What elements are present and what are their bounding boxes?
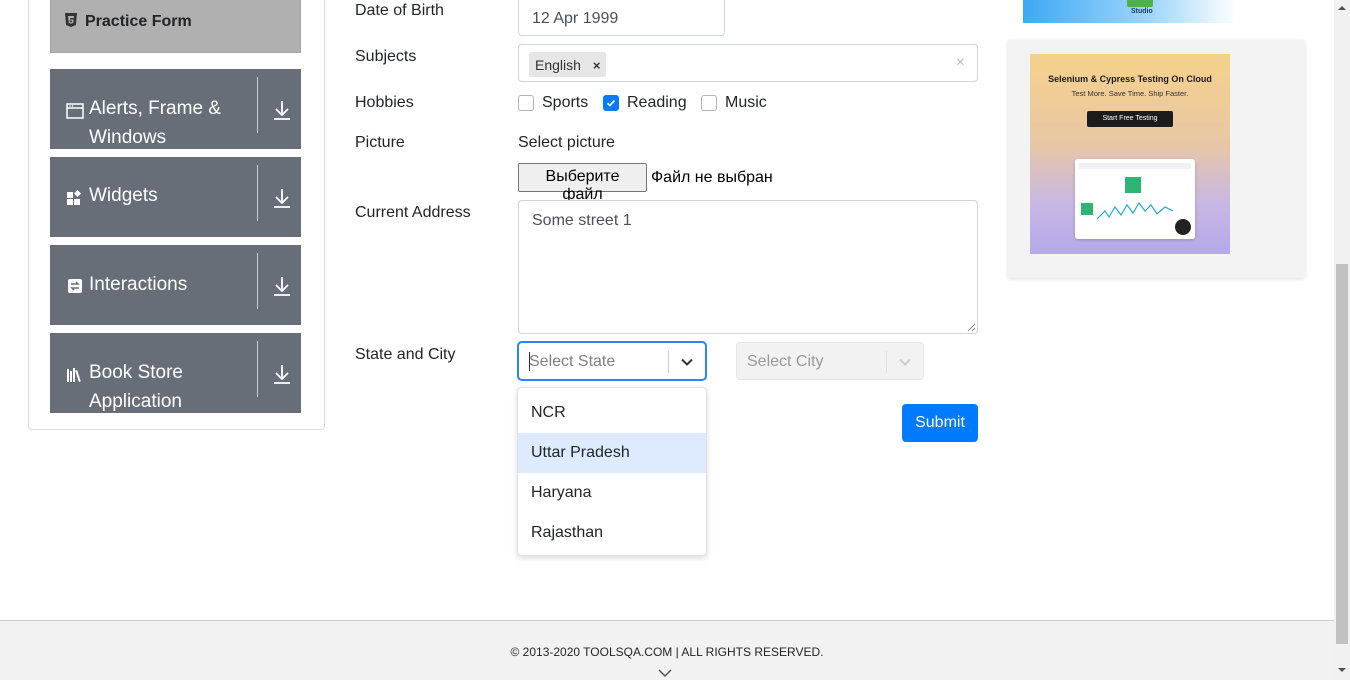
resize-grip-icon[interactable] — [966, 322, 976, 332]
state-placeholder: Select State — [529, 353, 616, 370]
window-icon — [66, 103, 84, 119]
check-icon — [606, 99, 616, 107]
sports-checkbox[interactable] — [518, 95, 534, 111]
sidebar-group-label: Interactions — [89, 274, 188, 295]
studio-logo-icon — [1127, 0, 1153, 7]
sidebar-group-interactions[interactable]: Interactions — [50, 245, 301, 325]
sidebar-item-practice-form[interactable]: Practice Form — [50, 0, 301, 53]
state-dropdown-menu: NCR Uttar Pradesh Haryana Rajasthan — [517, 387, 707, 556]
chevron-down-icon[interactable] — [658, 668, 672, 678]
page-scrollbar[interactable] — [1334, 0, 1350, 680]
city-select[interactable]: Select City — [736, 342, 924, 380]
group-separator — [257, 77, 258, 133]
dob-input[interactable]: 12 Apr 1999 — [518, 0, 725, 36]
select-separator — [886, 351, 887, 373]
sidebar-group-label: Alerts, Frame & Windows — [89, 98, 221, 148]
state-select[interactable]: Select State — [518, 342, 706, 380]
text-caret — [529, 352, 530, 371]
subjects-label: Subjects — [355, 48, 417, 65]
ad-banner-top[interactable]: Studio — [1023, 0, 1236, 23]
sidebar-group-widgets[interactable]: Widgets — [50, 157, 301, 237]
copyright-text: © 2013-2020 TOOLSQA.COM | ALL RIGHTS RES… — [510, 645, 824, 659]
reading-checkbox[interactable] — [603, 95, 619, 111]
ad-image: Selenium & Cypress Testing On Cloud Test… — [1030, 54, 1230, 254]
html5-icon — [65, 13, 77, 27]
subjects-input[interactable]: English × × — [518, 44, 978, 82]
scrollbar-thumb[interactable] — [1336, 264, 1348, 644]
group-separator — [257, 253, 258, 309]
subjects-clear-icon[interactable]: × — [956, 54, 965, 72]
download-icon[interactable] — [272, 187, 292, 209]
ad-banner-text: Studio — [1131, 8, 1153, 15]
practice-form-page: Practice Form Alerts, Frame & Windows Wi… — [0, 0, 1350, 680]
state-city-label: State and City — [355, 346, 456, 363]
address-value: Some street 1 — [532, 212, 632, 229]
download-icon[interactable] — [272, 275, 292, 297]
ad-cta-button[interactable]: Start Free Testing — [1087, 111, 1173, 127]
state-option-haryana[interactable]: Haryana — [518, 473, 706, 513]
subject-chip-label: English — [535, 57, 581, 73]
select-separator — [668, 351, 669, 373]
download-icon[interactable] — [272, 99, 292, 121]
interactions-icon — [68, 279, 82, 293]
footer: © 2013-2020 TOOLSQA.COM | ALL RIGHTS RES… — [0, 620, 1334, 680]
state-option-rajasthan[interactable]: Rajasthan — [518, 513, 706, 553]
state-option-ncr[interactable]: NCR — [518, 393, 706, 433]
hobby-label[interactable]: Reading — [627, 94, 687, 112]
file-status: Файл не выбран — [651, 169, 773, 186]
sidebar-item-label: Practice Form — [85, 13, 192, 30]
chevron-down-icon[interactable] — [679, 354, 695, 370]
sidebar-group-alerts[interactable]: Alerts, Frame & Windows — [50, 69, 301, 149]
dob-label: Date of Birth — [355, 2, 444, 19]
address-textarea[interactable]: Some street 1 — [518, 200, 978, 334]
dob-value: 12 Apr 1999 — [532, 10, 619, 27]
hobbies-label: Hobbies — [355, 94, 414, 111]
submit-button[interactable]: Submit — [902, 404, 978, 442]
sidebar-group-book-store[interactable]: Book Store Application — [50, 333, 301, 413]
scroll-down-icon[interactable] — [1338, 666, 1346, 674]
widgets-icon — [67, 190, 82, 205]
ad-title: Selenium & Cypress Testing On Cloud — [1048, 74, 1212, 84]
ad-card[interactable]: Selenium & Cypress Testing On Cloud Test… — [1008, 40, 1305, 278]
ad-subtitle: Test More. Save Time. Ship Faster. — [1071, 89, 1189, 98]
dashboard-illustration-icon — [1075, 159, 1195, 239]
picture-label: Picture — [355, 134, 405, 151]
subject-chip: English × — [529, 52, 607, 77]
group-separator — [257, 165, 258, 221]
hobby-label[interactable]: Sports — [542, 94, 588, 112]
books-icon — [67, 368, 81, 383]
city-placeholder: Select City — [747, 353, 824, 370]
group-separator — [257, 341, 258, 397]
chip-remove-icon[interactable]: × — [593, 58, 601, 73]
picture-prompt: Select picture — [518, 134, 615, 151]
download-icon[interactable] — [272, 363, 292, 385]
sidebar-group-label: Book Store Application — [89, 362, 183, 412]
choose-file-button[interactable]: Выберите файл — [518, 163, 647, 203]
scroll-up-icon[interactable] — [1338, 4, 1346, 12]
chevron-down-icon — [899, 358, 911, 366]
sidebar-group-label: Widgets — [89, 185, 158, 206]
state-option-uttar-pradesh[interactable]: Uttar Pradesh — [518, 433, 706, 473]
address-label: Current Address — [355, 204, 471, 221]
music-checkbox[interactable] — [701, 95, 717, 111]
hobby-label[interactable]: Music — [725, 94, 767, 112]
